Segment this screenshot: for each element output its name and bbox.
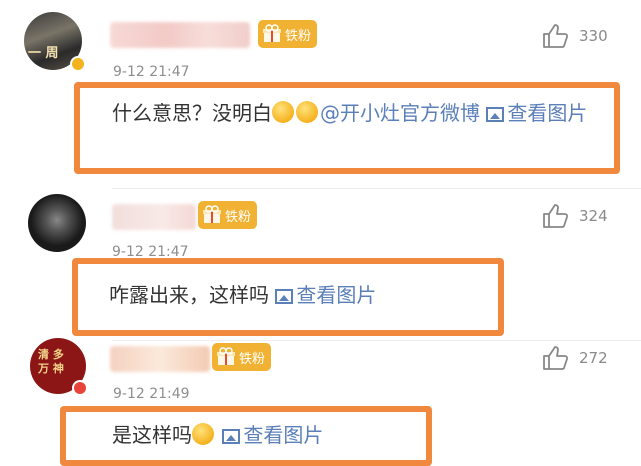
avatar[interactable] — [28, 194, 86, 252]
fan-badge-label: 铁粉 — [239, 351, 266, 367]
comment-text: 咋露出来，这样吗 查看图片 — [109, 278, 489, 312]
gift-icon — [202, 205, 222, 225]
gift-icon — [216, 347, 236, 367]
fan-badge[interactable]: 铁粉 — [212, 343, 272, 371]
fan-badge-label: 铁粉 — [285, 28, 312, 44]
divider — [112, 188, 641, 189]
mention-link[interactable]: @开小灶官方微博 — [320, 101, 480, 125]
username-blurred[interactable] — [110, 346, 210, 372]
like-button[interactable]: 324 — [541, 202, 608, 230]
timestamp: 9-12 21:49 — [113, 386, 190, 402]
view-image-label: 查看图片 — [507, 101, 588, 125]
image-icon — [275, 289, 294, 304]
like-count: 330 — [579, 27, 608, 45]
gift-icon — [262, 24, 282, 44]
like-count: 272 — [579, 349, 608, 367]
avatar-text: 一 周 — [28, 46, 59, 61]
view-image-link[interactable]: 查看图片 — [222, 423, 323, 447]
username-blurred[interactable] — [110, 22, 250, 48]
divider — [112, 340, 641, 341]
timestamp: 9-12 21:47 — [113, 64, 190, 80]
view-image-label: 查看图片 — [243, 423, 324, 447]
username-blurred[interactable] — [112, 204, 196, 230]
like-button[interactable]: 330 — [541, 22, 608, 50]
fan-badge[interactable]: 铁粉 — [198, 201, 258, 229]
like-count: 324 — [579, 207, 608, 225]
comment-text: 是这样吗 查看图片 — [112, 418, 432, 452]
thumbs-up-icon — [543, 346, 569, 370]
verified-badge-icon — [70, 56, 86, 72]
comment-body: 什么意思？没明白 — [112, 101, 272, 125]
avatar-text: 清 多 万 神 — [38, 348, 64, 375]
fan-badge[interactable]: 铁粉 — [258, 20, 318, 48]
comment-text: 什么意思？没明白 @开小灶官方微博 查看图片 — [112, 96, 602, 130]
emoji-icon — [272, 101, 294, 123]
view-image-link[interactable]: 查看图片 — [275, 283, 376, 307]
comment-body: 是这样吗 — [112, 423, 192, 447]
verified-badge-icon — [72, 380, 88, 396]
like-button[interactable]: 272 — [541, 344, 608, 372]
fan-badge-label: 铁粉 — [225, 209, 252, 225]
emoji-icon — [296, 101, 318, 123]
view-image-link[interactable]: 查看图片 — [486, 101, 587, 125]
image-icon — [486, 107, 505, 122]
comment-body: 咋露出来，这样吗 — [109, 283, 269, 307]
thumbs-up-icon — [543, 24, 569, 48]
view-image-label: 查看图片 — [296, 283, 377, 307]
thumbs-up-icon — [543, 204, 569, 228]
emoji-icon — [192, 423, 214, 445]
